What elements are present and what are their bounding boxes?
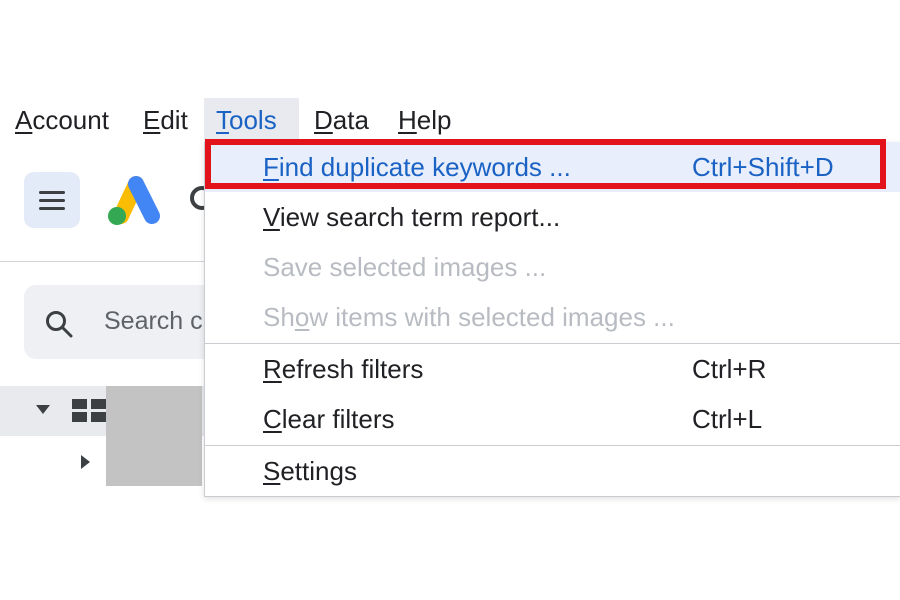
google-ads-logo <box>108 176 160 225</box>
caret-down-icon[interactable] <box>36 405 50 414</box>
shortcut-label: Ctrl+Shift+D <box>692 152 834 182</box>
caret-right-icon[interactable] <box>81 455 90 469</box>
menu-item-view-search-term-report[interactable]: View search term report... <box>205 192 900 242</box>
menu-tools[interactable]: Tools <box>204 98 299 142</box>
menu-account[interactable]: Account <box>15 98 109 142</box>
search-icon <box>46 311 73 338</box>
menu-item-save-selected-images: Save selected images ... <box>263 252 547 282</box>
grid-icon <box>72 399 108 423</box>
menu-data[interactable]: Data <box>314 98 369 142</box>
menu-help[interactable]: Help <box>398 98 451 142</box>
menu-item-settings[interactable]: Settings <box>205 446 900 496</box>
menu-item-find-duplicate-keywords[interactable]: Find duplicate keywords ... Ctrl+Shift+D <box>205 142 900 192</box>
shortcut-label: Ctrl+R <box>692 354 767 384</box>
search-placeholder: Search c <box>104 307 203 335</box>
menu-item-clear-filters[interactable]: Clear filters Ctrl+L <box>205 394 900 444</box>
shortcut-label: Ctrl+L <box>692 404 763 434</box>
menu-item-refresh-filters[interactable]: Refresh filters Ctrl+R <box>205 344 900 394</box>
redacted-account-name <box>106 386 202 486</box>
menu-edit[interactable]: Edit <box>143 98 188 142</box>
search-input[interactable]: Search c <box>24 285 214 359</box>
toolbar-divider <box>0 261 205 262</box>
menu-item-show-items-with-selected-images: Show items with selected images ... <box>263 302 675 332</box>
hamburger-menu-icon[interactable] <box>24 172 80 228</box>
tools-dropdown-menu: Find duplicate keywords ... Ctrl+Shift+D… <box>204 142 900 497</box>
